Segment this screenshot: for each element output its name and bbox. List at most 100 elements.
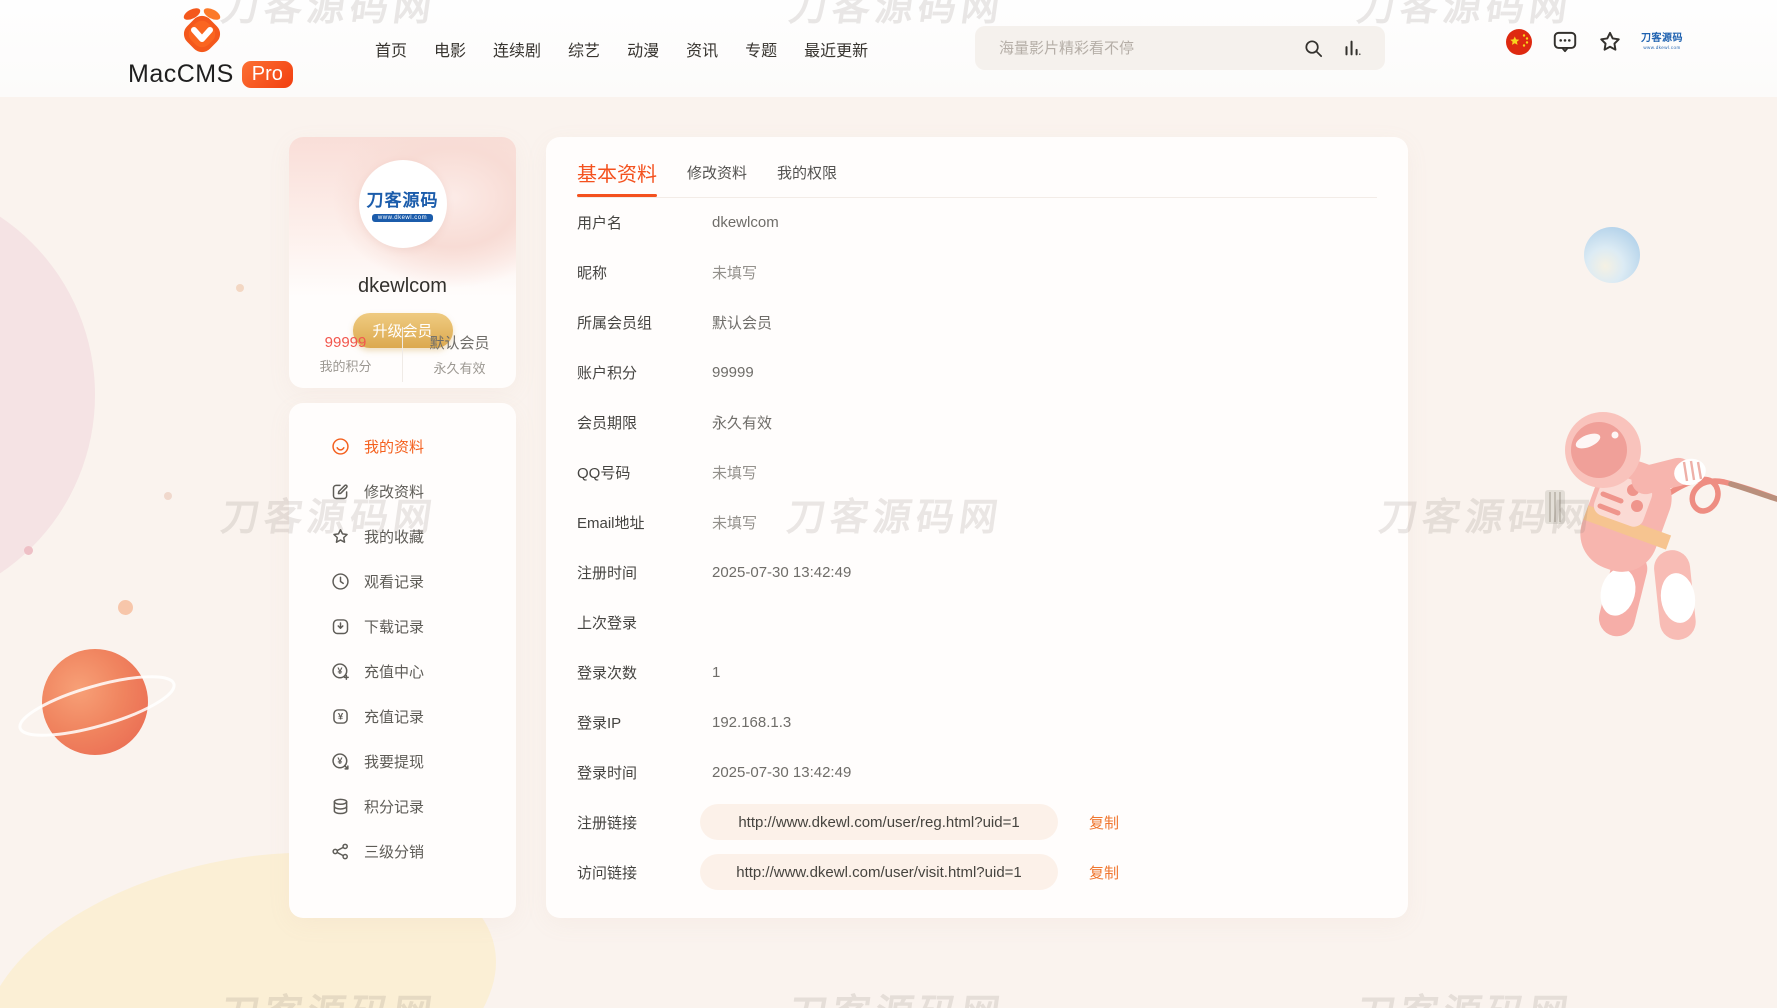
ranking-chart-icon[interactable]	[1341, 37, 1363, 59]
row-label: Email地址	[577, 512, 712, 533]
row-label: 会员期限	[577, 412, 712, 433]
copy-visit-link-button[interactable]: 复制	[1083, 861, 1125, 884]
search-input[interactable]	[997, 39, 1302, 58]
site-mini-logo[interactable]: 刀客源码 www.dkewl.com	[1641, 34, 1683, 50]
row-link-value: http://www.dkewl.com/user/reg.html?uid=1	[738, 814, 1019, 831]
sidebar-item-my-favorites[interactable]: 我的收藏	[289, 514, 516, 559]
coin-out-icon: ¥	[330, 751, 351, 772]
detail-row-qq-number: QQ号码 未填写	[546, 447, 1408, 497]
share-icon	[330, 841, 351, 862]
row-label: 访问链接	[577, 862, 712, 883]
detail-row-register-link: 注册链接 http://www.dkewl.com/user/reg.html?…	[546, 797, 1408, 847]
astronaut-decoration	[1545, 402, 1777, 657]
sidebar-item-label: 观看记录	[364, 571, 424, 592]
row-label: QQ号码	[577, 462, 712, 483]
detail-row-visit-link: 访问链接 http://www.dkewl.com/user/visit.htm…	[546, 847, 1408, 897]
china-flag-icon[interactable]	[1505, 28, 1533, 56]
row-label: 登录IP	[577, 712, 712, 733]
row-label: 注册时间	[577, 562, 712, 583]
logo-fruit-icon	[160, 6, 244, 62]
main-nav: 首页 电影 连续剧 综艺 动漫 资讯 专题 最近更新	[375, 0, 868, 97]
detail-row-last-login: 上次登录	[546, 597, 1408, 647]
detail-row-member-group: 所属会员组 默认会员	[546, 297, 1408, 347]
profile-stat: 99999 我的积分	[289, 327, 403, 382]
sidebar-item-recharge-history[interactable]: ¥ 充值记录	[289, 694, 516, 739]
sidebar-item-edit-profile[interactable]: 修改资料	[289, 469, 516, 514]
sidebar-item-withdraw[interactable]: ¥ 我要提现	[289, 739, 516, 784]
nav-item-series[interactable]: 连续剧	[493, 37, 541, 61]
avatar-logo-sub: www.dkewl.com	[372, 214, 433, 222]
row-label: 登录时间	[577, 762, 712, 783]
svg-text:¥: ¥	[338, 712, 344, 723]
stat-value: 默认会员	[429, 332, 489, 353]
detail-row-member-expiry: 会员期限 永久有效	[546, 397, 1408, 447]
nav-item-news[interactable]: 资讯	[686, 37, 718, 61]
row-value: 未填写	[712, 262, 757, 283]
sidebar-item-affiliate[interactable]: 三级分销	[289, 829, 516, 874]
sidebar-item-download-history[interactable]: 下载记录	[289, 604, 516, 649]
stat-label: 我的积分	[319, 356, 371, 375]
blue-sphere-decoration	[1584, 227, 1640, 283]
sidebar-item-label: 充值中心	[364, 661, 424, 682]
nav-item-recent-updates[interactable]: 最近更新	[804, 37, 868, 61]
tab-bar: 基本资料修改资料我的权限	[577, 137, 1377, 198]
sidebar-item-my-profile[interactable]: 我的资料	[289, 424, 516, 469]
watermark: 刀客源码网	[1354, 982, 1577, 1008]
detail-row-login-time: 登录时间 2025-07-30 13:42:49	[546, 747, 1408, 797]
watermark: 刀客源码网	[1376, 486, 1599, 541]
sidebar-menu: 我的资料 修改资料 我的收藏 观看记录 下载记录¥ 充值中心¥ 充值记录¥ 我要…	[289, 403, 516, 918]
copy-register-link-button[interactable]: 复制	[1083, 811, 1125, 834]
username: dkewlcom	[289, 275, 516, 298]
row-value: 2025-07-30 13:42:49	[712, 764, 851, 781]
nav-item-movies[interactable]: 电影	[434, 37, 466, 61]
main-panel: 基本资料修改资料我的权限 用户名 dkewlcom昵称 未填写所属会员组 默认会…	[546, 137, 1408, 918]
tab-my-permissions[interactable]: 我的权限	[777, 162, 837, 197]
row-label: 账户积分	[577, 362, 712, 383]
nav-item-topics[interactable]: 专题	[745, 37, 777, 61]
detail-row-login-count: 登录次数 1	[546, 647, 1408, 697]
sidebar-item-watch-history[interactable]: 观看记录	[289, 559, 516, 604]
clock-icon	[330, 571, 351, 592]
download-icon	[330, 616, 351, 637]
avatar[interactable]: 刀客源码 www.dkewl.com	[359, 160, 447, 248]
favorite-star-icon[interactable]	[1597, 29, 1623, 55]
detail-row-nickname: 昵称 未填写	[546, 247, 1408, 297]
sidebar-item-points-history[interactable]: 积分记录	[289, 784, 516, 829]
sidebar-item-label: 我的资料	[364, 436, 424, 457]
row-value: 默认会员	[712, 312, 772, 333]
visit-link-field[interactable]: http://www.dkewl.com/user/visit.html?uid…	[700, 854, 1058, 890]
mini-logo-sub: www.dkewl.com	[1643, 46, 1680, 51]
search-icon[interactable]	[1302, 37, 1325, 60]
stat-label: 永久有效	[433, 358, 485, 377]
sidebar-item-recharge-center[interactable]: ¥ 充值中心	[289, 649, 516, 694]
row-value: 99999	[712, 364, 754, 381]
row-value: dkewlcom	[712, 214, 779, 231]
detail-row-login-ip: 登录IP 192.168.1.3	[546, 697, 1408, 747]
profile-stats: 99999 我的积分默认会员 永久有效	[289, 327, 516, 382]
row-label: 所属会员组	[577, 312, 712, 333]
pink-blob-decoration	[0, 180, 95, 610]
tab-basic-info[interactable]: 基本资料	[577, 158, 657, 197]
profile-stat: 默认会员 永久有效	[403, 327, 516, 382]
nav-item-variety[interactable]: 综艺	[568, 37, 600, 61]
nav-item-anime[interactable]: 动漫	[627, 37, 659, 61]
site-logo[interactable]: MacCMS Pro	[128, 6, 348, 89]
tab-edit-info[interactable]: 修改资料	[687, 162, 747, 197]
row-label: 用户名	[577, 212, 712, 233]
avatar-logo-text: 刀客源码	[367, 186, 439, 211]
register-link-field[interactable]: http://www.dkewl.com/user/reg.html?uid=1	[700, 804, 1058, 840]
watermark: 刀客源码网	[218, 982, 441, 1008]
coin-square-icon: ¥	[330, 706, 351, 727]
star-icon	[330, 526, 351, 547]
row-label: 登录次数	[577, 662, 712, 683]
svg-text:¥: ¥	[337, 666, 343, 676]
profile-card: 刀客源码 www.dkewl.com dkewlcom 升级会员 99999 我…	[289, 137, 516, 388]
page: MacCMS Pro 首页 电影 连续剧 综艺 动漫 资讯 专题 最近更新	[0, 0, 1777, 1008]
message-icon[interactable]	[1551, 28, 1579, 56]
detail-row-username: 用户名 dkewlcom	[546, 197, 1408, 247]
detail-row-register-time: 注册时间 2025-07-30 13:42:49	[546, 547, 1408, 597]
nav-item-home[interactable]: 首页	[375, 37, 407, 61]
sidebar-item-label: 三级分销	[364, 841, 424, 862]
sidebar-item-label: 下载记录	[364, 616, 424, 637]
svg-text:¥: ¥	[337, 756, 343, 766]
